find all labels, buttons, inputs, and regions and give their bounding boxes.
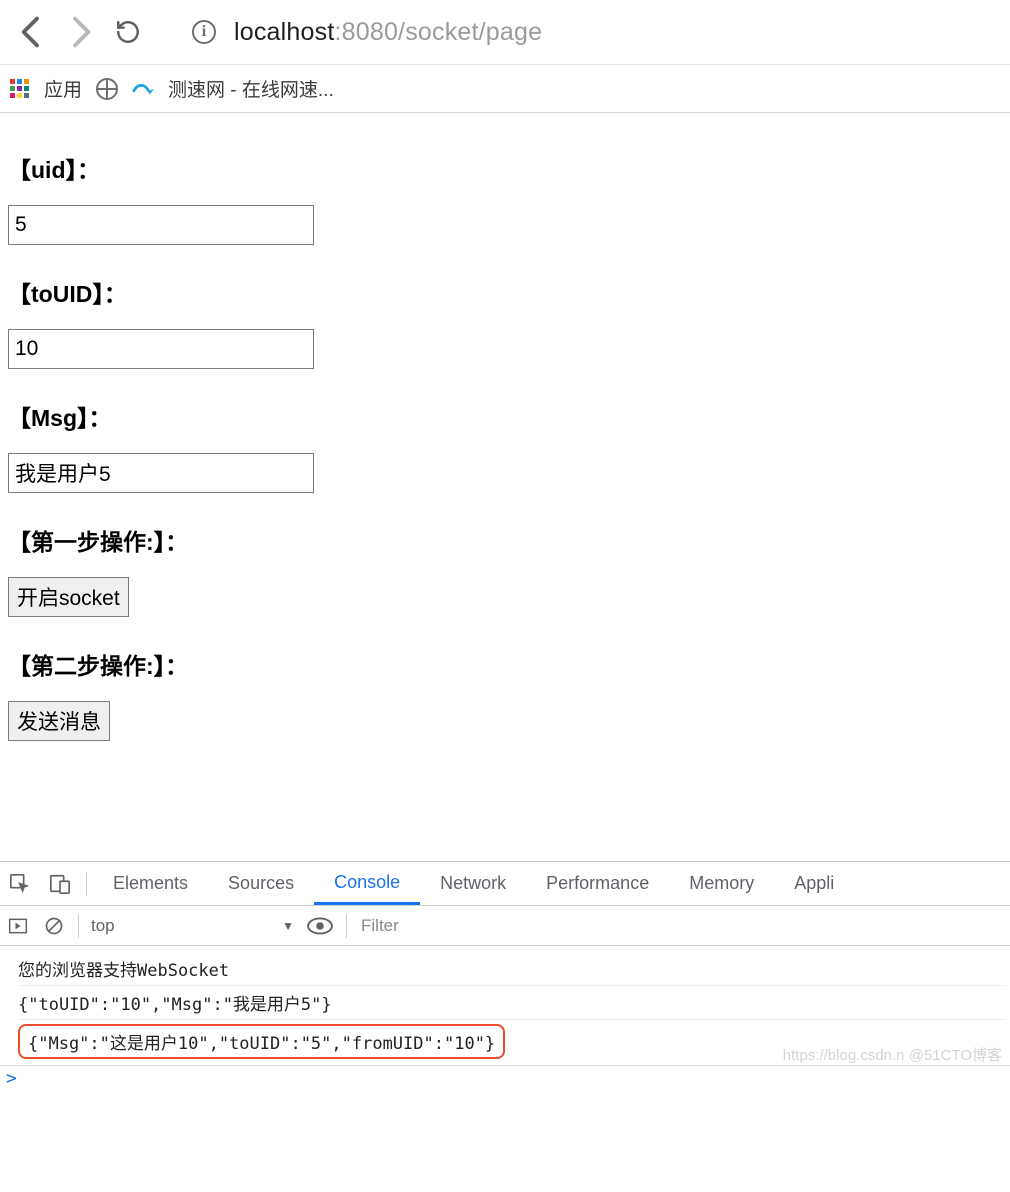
console-toolbar: top ▼ Filter	[0, 906, 1010, 946]
label-step2: 【第二步操作:】：	[8, 647, 1002, 681]
globe-icon[interactable]	[96, 78, 118, 100]
inspect-icon[interactable]	[0, 873, 40, 895]
site-info-icon[interactable]: i	[192, 20, 216, 44]
browser-toolbar: i localhost:8080/socket/page	[0, 0, 1010, 65]
page-content: 【uid】： 【toUID】： 【Msg】： 【第一步操作:】： 开启socke…	[0, 113, 1010, 741]
label-uid: 【uid】：	[8, 151, 1002, 185]
label-msg: 【Msg】：	[8, 399, 1002, 433]
send-message-button[interactable]: 发送消息	[8, 701, 110, 741]
filter-input[interactable]: Filter	[361, 912, 1010, 940]
live-expression-icon[interactable]	[300, 916, 340, 936]
tab-memory[interactable]: Memory	[669, 862, 774, 905]
apps-label[interactable]: 应用	[44, 75, 82, 102]
clear-console-icon[interactable]	[36, 916, 72, 936]
back-button[interactable]	[12, 12, 52, 52]
url-host: localhost	[234, 18, 334, 46]
console-output: 您的浏览器支持WebSocket {"toUID":"10","Msg":"我是…	[0, 946, 1010, 1065]
reload-button[interactable]	[108, 12, 148, 52]
open-socket-button[interactable]: 开启socket	[8, 577, 129, 617]
console-prompt[interactable]: >	[0, 1065, 1010, 1091]
device-toggle-icon[interactable]	[40, 873, 80, 895]
tab-elements[interactable]: Elements	[93, 862, 208, 905]
console-sidebar-toggle-icon[interactable]	[0, 916, 36, 936]
console-line[interactable]: {"toUID":"10","Msg":"我是用户5"}	[18, 986, 1006, 1020]
forward-button[interactable]	[60, 12, 100, 52]
tab-performance[interactable]: Performance	[526, 862, 669, 905]
separator	[346, 914, 347, 938]
url-path: :8080/socket/page	[334, 18, 542, 46]
tab-application[interactable]: Appli	[774, 862, 854, 905]
separator	[86, 872, 87, 896]
bookmark-bar: 应用 测速网 - 在线网速...	[0, 65, 1010, 113]
devtools-tabs: Elements Sources Console Network Perform…	[0, 862, 1010, 906]
tab-network[interactable]: Network	[420, 862, 526, 905]
chevron-down-icon: ▼	[282, 919, 294, 933]
filter-placeholder: Filter	[361, 916, 399, 936]
label-touid: 【toUID】：	[8, 275, 1002, 309]
label-step1: 【第一步操作:】：	[8, 523, 1002, 557]
context-label: top	[91, 916, 115, 936]
tab-console[interactable]: Console	[314, 862, 420, 905]
apps-icon[interactable]	[10, 79, 30, 99]
console-highlighted: {"Msg":"这是用户10","toUID":"5","fromUID":"1…	[18, 1024, 505, 1059]
msg-input[interactable]	[8, 453, 314, 493]
console-line[interactable]: 您的浏览器支持WebSocket	[18, 952, 1006, 986]
console-line[interactable]: {"Msg":"这是用户10","toUID":"5","fromUID":"1…	[18, 1020, 1006, 1063]
tab-sources[interactable]: Sources	[208, 862, 314, 905]
speedtest-label[interactable]: 测速网 - 在线网速...	[168, 75, 334, 102]
speedtest-icon[interactable]	[132, 78, 154, 100]
touid-input[interactable]	[8, 329, 314, 369]
separator	[78, 914, 79, 938]
context-selector[interactable]: top ▼	[85, 912, 300, 940]
address-bar[interactable]: localhost:8080/socket/page	[234, 18, 542, 47]
uid-input[interactable]	[8, 205, 314, 245]
devtools-panel: Elements Sources Console Network Perform…	[0, 861, 1010, 1091]
